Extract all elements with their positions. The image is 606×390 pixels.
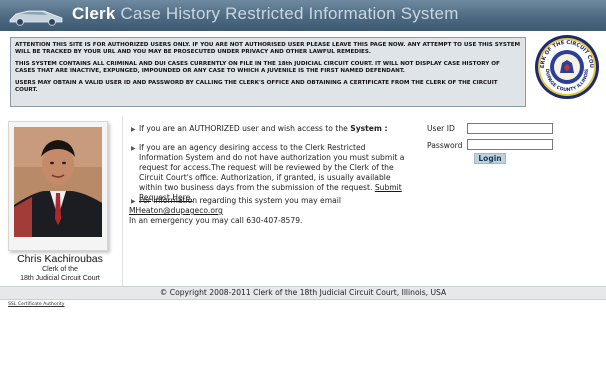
clerk-title-line-2: 18th Judicial Circuit Court (20, 275, 100, 282)
clerk-photo (14, 127, 102, 237)
login-button[interactable]: Login (474, 153, 506, 164)
authorized-user-text: If you are an AUTHORIZED user and wish a… (139, 124, 388, 133)
notice-line-2: THIS SYSTEM CONTAINS ALL CRIMINAL AND DU… (15, 61, 500, 74)
contact-info: For information regarding this system yo… (129, 196, 341, 225)
clerk-title-line-1: Clerk of the (42, 266, 78, 273)
arrow-bullet-icon: ▶ (131, 126, 136, 133)
clerk-photo-frame (8, 121, 108, 251)
column-divider (122, 116, 123, 286)
clerk-name: Chris Kachiroubas (17, 253, 103, 265)
notice-line-1: ATTENTION THIS SITE IS FOR AUTHORIZED US… (15, 42, 521, 55)
app-title: Clerk Case History Restricted Informatio… (72, 4, 459, 23)
password-label: Password (427, 141, 463, 150)
user-id-label: User ID (427, 124, 455, 133)
password-input[interactable] (467, 139, 553, 150)
arrow-bullet-icon: ▶ (131, 145, 136, 152)
header-bar: Clerk Case History Restricted Informatio… (0, 0, 606, 31)
warning-notice: ATTENTION THIS SITE IS FOR AUTHORIZED US… (10, 37, 526, 107)
ssl-certificate-link[interactable]: SSL Certificate Authority (8, 302, 64, 307)
portrait-image (14, 127, 102, 237)
car-logo-icon (9, 10, 63, 26)
user-id-input[interactable] (467, 123, 553, 134)
court-seal-icon: CLERK OF THE CIRCUIT COURT DUPAGE COUNTY… (534, 34, 599, 99)
email-link[interactable]: MHeaton@dupageco.org (129, 206, 223, 215)
footer-copyright: © Copyright 2008-2011 Clerk of the 18th … (0, 286, 606, 300)
agency-request-text: If you are an agency desiring access to … (139, 143, 405, 202)
notice-line-3: USERS MAY OBTAIN A VALID USER ID AND PAS… (15, 80, 498, 93)
